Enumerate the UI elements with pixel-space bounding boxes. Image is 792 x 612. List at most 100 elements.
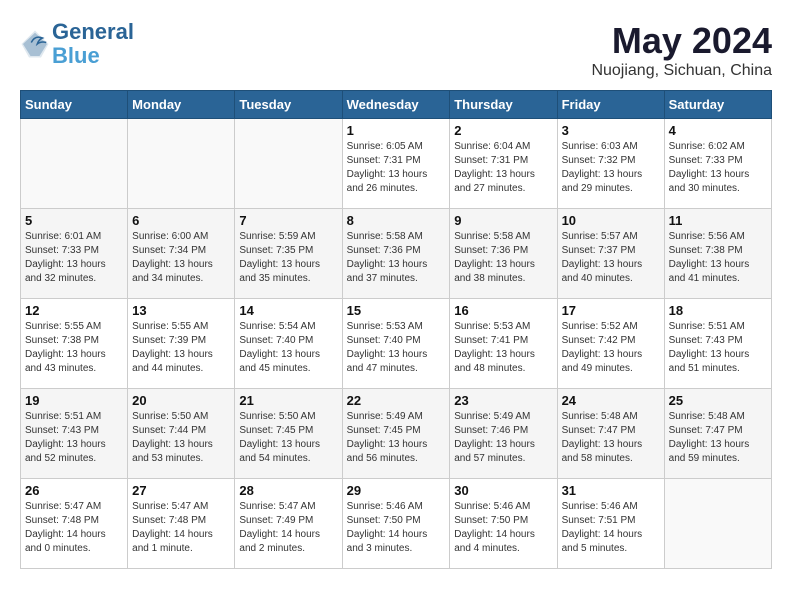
title-block: May 2024 Nuojiang, Sichuan, China	[591, 20, 772, 80]
calendar-cell: 24Sunrise: 5:48 AM Sunset: 7:47 PM Dayli…	[557, 389, 664, 479]
day-info: Sunrise: 5:58 AM Sunset: 7:36 PM Dayligh…	[347, 230, 446, 286]
day-info: Sunrise: 5:48 AM Sunset: 7:47 PM Dayligh…	[669, 410, 767, 466]
day-info: Sunrise: 5:46 AM Sunset: 7:50 PM Dayligh…	[347, 500, 446, 556]
calendar-week-3: 12 Sunrise: 5:55 AM Sunset: 7:38 PM Dayli…	[21, 299, 772, 389]
calendar-cell: 5Sunrise: 6:01 AM Sunset: 7:33 PM Daylig…	[21, 209, 128, 299]
day-number: 28	[239, 483, 337, 498]
calendar-cell: 25 Sunrise: 5:48 AM Sunset: 7:47 PM Dayli…	[664, 389, 771, 479]
day-info: Sunrise: 5:46 AM Sunset: 7:51 PM Dayligh…	[562, 500, 660, 556]
calendar-cell: 7 Sunrise: 5:59 AM Sunset: 7:35 PM Daylig…	[235, 209, 342, 299]
day-info: Sunrise: 5:47 AM Sunset: 7:49 PM Dayligh…	[239, 500, 337, 556]
day-number: 17	[562, 303, 660, 318]
day-info: Sunrise: 5:55 AM Sunset: 7:38 PM Dayligh…	[25, 320, 123, 376]
location: Nuojiang, Sichuan, China	[591, 62, 772, 80]
calendar-cell: 21 Sunrise: 5:50 AM Sunset: 7:45 PM Dayli…	[235, 389, 342, 479]
calendar-cell	[21, 119, 128, 209]
calendar-cell: 19 Sunrise: 5:51 AM Sunset: 7:43 PM Dayli…	[21, 389, 128, 479]
day-info: Sunrise: 5:50 AM Sunset: 7:45 PM Dayligh…	[239, 410, 337, 466]
day-number: 8	[347, 213, 446, 228]
calendar-cell: 27 Sunrise: 5:47 AM Sunset: 7:48 PM Dayli…	[128, 479, 235, 569]
header-wednesday: Wednesday	[342, 91, 450, 119]
calendar-cell: 15 Sunrise: 5:53 AM Sunset: 7:40 PM Dayli…	[342, 299, 450, 389]
day-number: 31	[562, 483, 660, 498]
header-saturday: Saturday	[664, 91, 771, 119]
calendar-cell: 30Sunrise: 5:46 AM Sunset: 7:50 PM Dayli…	[450, 479, 557, 569]
calendar-cell: 28 Sunrise: 5:47 AM Sunset: 7:49 PM Dayli…	[235, 479, 342, 569]
day-number: 3	[562, 123, 660, 138]
calendar-cell: 31 Sunrise: 5:46 AM Sunset: 7:51 PM Dayli…	[557, 479, 664, 569]
day-number: 25	[669, 393, 767, 408]
day-number: 20	[132, 393, 230, 408]
calendar-cell: 12 Sunrise: 5:55 AM Sunset: 7:38 PM Dayli…	[21, 299, 128, 389]
day-number: 23	[454, 393, 552, 408]
day-info: Sunrise: 5:58 AM Sunset: 7:36 PM Dayligh…	[454, 230, 552, 286]
day-number: 16	[454, 303, 552, 318]
header-thursday: Thursday	[450, 91, 557, 119]
day-info: Sunrise: 6:03 AM Sunset: 7:32 PM Dayligh…	[562, 140, 660, 196]
calendar-cell: 16 Sunrise: 5:53 AM Sunset: 7:41 PM Dayli…	[450, 299, 557, 389]
calendar-cell	[128, 119, 235, 209]
day-number: 27	[132, 483, 230, 498]
page-header: General Blue May 2024 Nuojiang, Sichuan,…	[20, 20, 772, 80]
day-info: Sunrise: 5:59 AM Sunset: 7:35 PM Dayligh…	[239, 230, 337, 286]
header-friday: Friday	[557, 91, 664, 119]
day-info: Sunrise: 5:48 AM Sunset: 7:47 PM Dayligh…	[562, 410, 660, 466]
calendar-cell: 9 Sunrise: 5:58 AM Sunset: 7:36 PM Daylig…	[450, 209, 557, 299]
day-info: Sunrise: 6:01 AM Sunset: 7:33 PM Dayligh…	[25, 230, 123, 286]
day-info: Sunrise: 5:49 AM Sunset: 7:46 PM Dayligh…	[454, 410, 552, 466]
day-info: Sunrise: 6:00 AM Sunset: 7:34 PM Dayligh…	[132, 230, 230, 286]
day-number: 26	[25, 483, 123, 498]
header-row: Sunday Monday Tuesday Wednesday Thursday…	[21, 91, 772, 119]
day-info: Sunrise: 5:51 AM Sunset: 7:43 PM Dayligh…	[25, 410, 123, 466]
day-number: 4	[669, 123, 767, 138]
calendar-cell: 17Sunrise: 5:52 AM Sunset: 7:42 PM Dayli…	[557, 299, 664, 389]
day-info: Sunrise: 5:49 AM Sunset: 7:45 PM Dayligh…	[347, 410, 446, 466]
calendar-cell: 18 Sunrise: 5:51 AM Sunset: 7:43 PM Dayli…	[664, 299, 771, 389]
day-number: 2	[454, 123, 552, 138]
day-info: Sunrise: 5:57 AM Sunset: 7:37 PM Dayligh…	[562, 230, 660, 286]
day-number: 18	[669, 303, 767, 318]
month-title: May 2024	[591, 20, 772, 62]
calendar-cell: 29Sunrise: 5:46 AM Sunset: 7:50 PM Dayli…	[342, 479, 450, 569]
day-number: 21	[239, 393, 337, 408]
day-info: Sunrise: 5:53 AM Sunset: 7:40 PM Dayligh…	[347, 320, 446, 376]
day-number: 19	[25, 393, 123, 408]
day-info: Sunrise: 5:47 AM Sunset: 7:48 PM Dayligh…	[25, 500, 123, 556]
day-info: Sunrise: 5:51 AM Sunset: 7:43 PM Dayligh…	[669, 320, 767, 376]
calendar-table: Sunday Monday Tuesday Wednesday Thursday…	[20, 90, 772, 569]
calendar-cell: 22 Sunrise: 5:49 AM Sunset: 7:45 PM Dayli…	[342, 389, 450, 479]
day-info: Sunrise: 6:02 AM Sunset: 7:33 PM Dayligh…	[669, 140, 767, 196]
calendar-cell	[235, 119, 342, 209]
calendar-cell	[664, 479, 771, 569]
day-number: 13	[132, 303, 230, 318]
logo: General Blue	[20, 20, 134, 68]
calendar-cell: 8 Sunrise: 5:58 AM Sunset: 7:36 PM Daylig…	[342, 209, 450, 299]
calendar-cell: 10 Sunrise: 5:57 AM Sunset: 7:37 PM Dayli…	[557, 209, 664, 299]
calendar-cell: 13Sunrise: 5:55 AM Sunset: 7:39 PM Dayli…	[128, 299, 235, 389]
calendar-cell: 23 Sunrise: 5:49 AM Sunset: 7:46 PM Dayli…	[450, 389, 557, 479]
logo-icon	[20, 29, 50, 59]
calendar-week-4: 19 Sunrise: 5:51 AM Sunset: 7:43 PM Dayli…	[21, 389, 772, 479]
calendar-week-1: 1 Sunrise: 6:05 AM Sunset: 7:31 PM Daylig…	[21, 119, 772, 209]
day-info: Sunrise: 6:05 AM Sunset: 7:31 PM Dayligh…	[347, 140, 446, 196]
calendar-cell: 6 Sunrise: 6:00 AM Sunset: 7:34 PM Daylig…	[128, 209, 235, 299]
day-number: 1	[347, 123, 446, 138]
calendar-cell: 1 Sunrise: 6:05 AM Sunset: 7:31 PM Daylig…	[342, 119, 450, 209]
calendar-cell: 3 Sunrise: 6:03 AM Sunset: 7:32 PM Daylig…	[557, 119, 664, 209]
day-info: Sunrise: 5:47 AM Sunset: 7:48 PM Dayligh…	[132, 500, 230, 556]
day-number: 10	[562, 213, 660, 228]
day-number: 9	[454, 213, 552, 228]
header-sunday: Sunday	[21, 91, 128, 119]
calendar-week-2: 5Sunrise: 6:01 AM Sunset: 7:33 PM Daylig…	[21, 209, 772, 299]
day-info: Sunrise: 5:50 AM Sunset: 7:44 PM Dayligh…	[132, 410, 230, 466]
day-number: 11	[669, 213, 767, 228]
day-number: 7	[239, 213, 337, 228]
header-monday: Monday	[128, 91, 235, 119]
day-number: 22	[347, 393, 446, 408]
day-number: 15	[347, 303, 446, 318]
day-number: 6	[132, 213, 230, 228]
day-info: Sunrise: 5:53 AM Sunset: 7:41 PM Dayligh…	[454, 320, 552, 376]
calendar-body: 1 Sunrise: 6:05 AM Sunset: 7:31 PM Daylig…	[21, 119, 772, 569]
calendar-cell: 11Sunrise: 5:56 AM Sunset: 7:38 PM Dayli…	[664, 209, 771, 299]
day-number: 12	[25, 303, 123, 318]
